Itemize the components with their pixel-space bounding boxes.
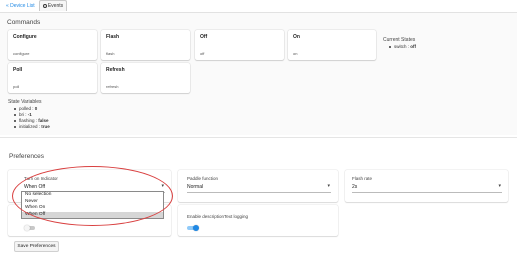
option-never[interactable]: Never — [22, 199, 163, 205]
command-poll-button[interactable]: Poll poll — [8, 63, 97, 93]
command-on-button[interactable]: On on — [288, 30, 376, 60]
select-value: When Off — [24, 184, 46, 190]
events-tab[interactable]: Events — [39, 0, 67, 11]
toggle-knob — [193, 225, 199, 231]
command-name: flash — [106, 51, 115, 56]
bullet-icon — [14, 119, 16, 122]
flash-rate-label: Flash rate — [352, 176, 373, 181]
chevron-down-icon: ▾ — [161, 183, 164, 189]
device-list-link[interactable]: « Device List — [6, 3, 35, 9]
command-refresh-button[interactable]: Refresh refresh — [101, 63, 190, 93]
command-title: Off — [200, 34, 208, 40]
bullet-icon — [389, 45, 391, 48]
command-name: refresh — [106, 84, 119, 89]
command-title: Poll — [13, 67, 23, 73]
command-name: off — [200, 51, 205, 56]
current-states-title: Current States — [383, 37, 416, 43]
description-logging-label: Enable descriptionText logging — [187, 214, 249, 219]
select-value: 2s — [352, 184, 358, 190]
select-value: Normal — [187, 184, 204, 190]
save-preferences-button[interactable]: Save Preferences — [14, 241, 59, 252]
state-variable-item: initialized : true — [14, 124, 50, 129]
preferences-heading: Preferences — [9, 153, 45, 160]
turn-on-indicator-label: Turn on Indicator — [24, 176, 58, 181]
state-variables-title: State Variables — [8, 99, 42, 105]
turn-on-indicator-options: No selection Never When On When Off — [21, 191, 164, 219]
chevron-down-icon: ▾ — [327, 183, 330, 189]
section-divider — [0, 137, 517, 138]
command-title: Refresh — [106, 67, 125, 73]
command-title: Flash — [106, 34, 120, 40]
command-name: on — [293, 51, 298, 56]
bullet-icon — [14, 125, 16, 128]
paddle-function-select[interactable]: Normal ▾ — [187, 183, 331, 193]
debug-logging-toggle[interactable] — [24, 225, 36, 231]
toggle-knob — [24, 225, 30, 231]
state-variable-item: bri : -1 — [14, 112, 32, 117]
bullet-icon — [14, 113, 16, 116]
events-tab-label: Events — [47, 3, 64, 9]
current-state-item: switch : off — [389, 44, 416, 49]
command-title: On — [293, 34, 300, 40]
option-when-on[interactable]: When On — [22, 205, 163, 211]
command-name: configure — [13, 51, 30, 56]
command-flash-button[interactable]: Flash flash — [101, 30, 190, 60]
state-variable-item: polled : 0 — [14, 106, 37, 111]
chevron-down-icon: ▾ — [498, 183, 501, 189]
bullet-icon — [14, 107, 16, 110]
command-configure-button[interactable]: Configure configure — [8, 30, 97, 60]
state-variable-item: flashing : false — [14, 118, 49, 123]
command-title: Configure — [13, 34, 37, 40]
command-name: poll — [13, 84, 20, 89]
option-no-selection[interactable]: No selection — [22, 192, 163, 198]
flash-rate-select[interactable]: 2s ▾ — [352, 183, 502, 193]
commands-heading: Commands — [7, 19, 41, 26]
description-logging-card — [178, 205, 338, 236]
option-when-off[interactable]: When Off — [22, 211, 163, 218]
paddle-function-label: Paddle function — [187, 176, 219, 181]
clock-icon — [42, 3, 47, 8]
description-logging-toggle[interactable] — [187, 225, 199, 231]
command-off-button[interactable]: Off off — [195, 30, 284, 60]
